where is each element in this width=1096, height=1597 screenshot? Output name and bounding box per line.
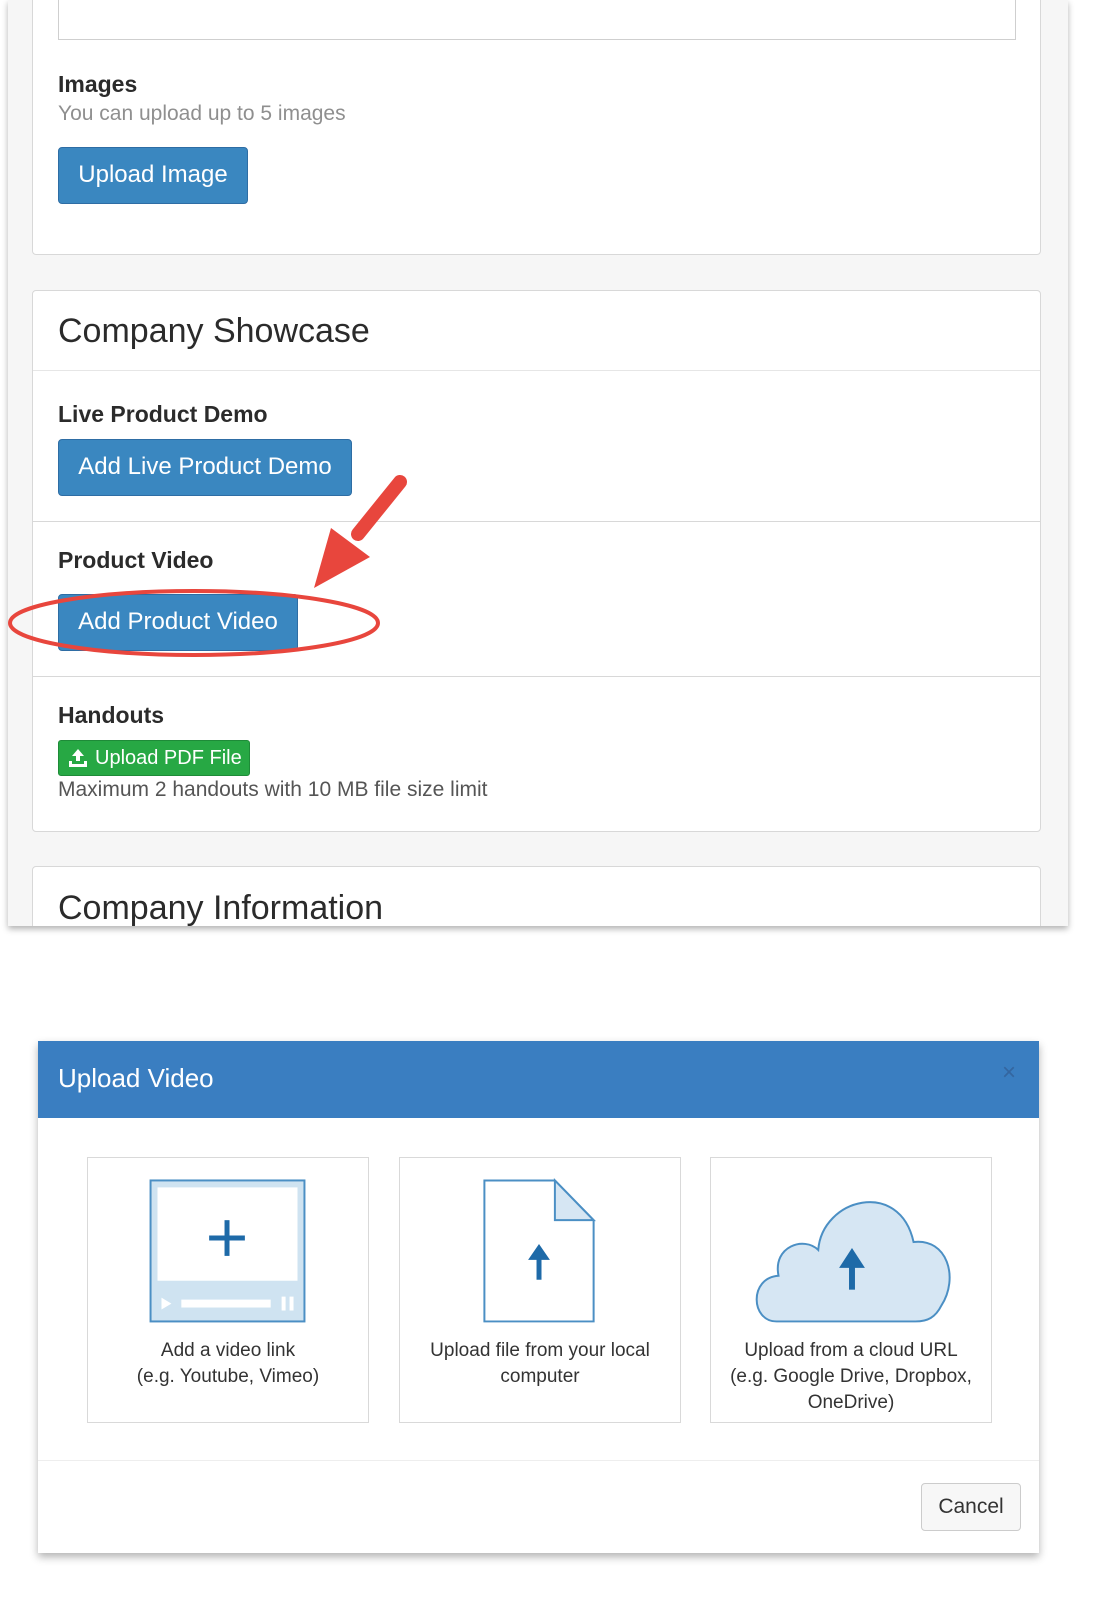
cancel-button[interactable]: Cancel: [921, 1483, 1021, 1531]
section-divider: [33, 521, 1040, 522]
video-player-plus-icon: [149, 1179, 306, 1323]
option-local-upload-text: Upload file from your local computer: [430, 1340, 650, 1387]
product-video-label: Product Video: [58, 547, 214, 573]
option-cloud-upload-text: Upload from a cloud URL (e.g. Google Dri…: [730, 1340, 972, 1413]
option-local-upload[interactable]: Upload file from your local computer: [399, 1157, 681, 1423]
upload-pdf-button[interactable]: Upload PDF File: [58, 740, 250, 776]
form-screenshot: Images You can upload up to 5 images Upl…: [8, 0, 1068, 926]
company-information-title: Company Information: [58, 889, 384, 926]
upload-pdf-label: Upload PDF File: [95, 747, 242, 769]
option-video-link[interactable]: Add a video link (e.g. Youtube, Vimeo): [87, 1157, 369, 1423]
modal-header: Upload Video ×: [38, 1041, 1039, 1118]
images-label: Images: [58, 71, 138, 97]
cloud-upload-icon: [755, 1201, 951, 1323]
option-cloud-upload[interactable]: Upload from a cloud URL (e.g. Google Dri…: [710, 1157, 992, 1423]
modal-title: Upload Video: [58, 1063, 214, 1093]
description-textarea[interactable]: [58, 0, 1016, 40]
company-showcase-panel: Company Showcase Live Product Demo Add L…: [32, 290, 1041, 832]
upload-video-modal: Upload Video × Add a video link (e.g. Yo…: [38, 1041, 1039, 1553]
file-upload-icon: [483, 1178, 596, 1323]
option-video-link-text: Add a video link (e.g. Youtube, Vimeo): [136, 1340, 320, 1387]
images-help-text: You can upload up to 5 images: [58, 102, 346, 125]
live-demo-label: Live Product Demo: [58, 401, 268, 427]
add-product-video-button[interactable]: Add Product Video: [58, 594, 298, 651]
company-information-panel: Company Information: [32, 866, 1041, 926]
section-divider: [33, 676, 1040, 677]
showcase-title: Company Showcase: [58, 312, 370, 350]
handouts-label: Handouts: [58, 702, 165, 728]
close-icon[interactable]: ×: [1002, 1061, 1016, 1085]
modal-footer-divider: [38, 1460, 1039, 1461]
upload-image-button[interactable]: Upload Image: [58, 147, 248, 204]
images-panel: Images You can upload up to 5 images Upl…: [32, 0, 1041, 255]
upload-icon: [69, 749, 87, 767]
handouts-help-text: Maximum 2 handouts with 10 MB file size …: [58, 778, 488, 801]
showcase-heading: Company Showcase: [33, 291, 1040, 371]
add-live-demo-button[interactable]: Add Live Product Demo: [58, 439, 352, 496]
